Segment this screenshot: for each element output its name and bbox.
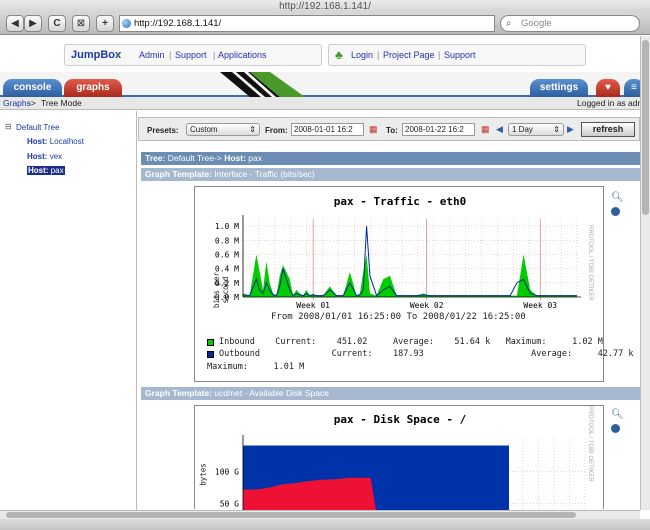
search-input[interactable]: ⌕ Google bbox=[500, 15, 640, 32]
vertical-scroll-thumb[interactable] bbox=[642, 40, 649, 215]
shift-right-icon[interactable]: ▶ bbox=[567, 124, 574, 135]
legend-inbound-swatch bbox=[207, 339, 214, 346]
screenshot-icon[interactable]: ⊠ bbox=[72, 15, 90, 32]
nav-project-page[interactable]: Project Page bbox=[383, 45, 435, 65]
presets-label: Presets: bbox=[147, 126, 179, 135]
tree-collapse-icon[interactable]: ⊟ bbox=[5, 122, 12, 131]
traffic-xtick-label: Week 02 bbox=[410, 301, 444, 310]
traffic-ytick-label: 0.2 M bbox=[215, 279, 239, 288]
horizontal-scrollbar[interactable] bbox=[0, 510, 640, 519]
to-date-input[interactable]: 2008-01-22 16:2 bbox=[402, 123, 475, 136]
to-label: To: bbox=[386, 126, 398, 135]
tree-item-localhost[interactable]: Host: Localhost bbox=[27, 137, 84, 146]
tree-item-vex[interactable]: Host: vex bbox=[27, 152, 62, 161]
traffic-legend-line2: Outbound Current: 187.93 Average: 42.77 … bbox=[219, 349, 634, 359]
nav-applications[interactable]: Applications bbox=[218, 45, 267, 65]
tree-host-header: Tree: Default Tree-> Host: pax bbox=[141, 152, 640, 165]
zoom-icon-disk[interactable]: 🔍︎ bbox=[611, 410, 624, 420]
disk-graph[interactable]: pax - Disk Space - / bytes RRDTOOL / TOB… bbox=[194, 405, 604, 510]
from-label: From: bbox=[265, 126, 288, 135]
traffic-range: From 2008/01/01 16:25:00 To 2008/01/22 1… bbox=[271, 312, 526, 322]
address-bar[interactable]: http://192.168.1.141/ bbox=[119, 15, 495, 32]
breadcrumb-graphs-link[interactable]: Graphs bbox=[3, 97, 31, 109]
globe-icon bbox=[122, 19, 131, 28]
search-icon: ⌕ bbox=[506, 18, 512, 29]
horizontal-scroll-thumb[interactable] bbox=[6, 512, 576, 518]
graph-info-icon[interactable] bbox=[611, 207, 620, 216]
traffic-ytick-label: 0.0 M bbox=[215, 293, 239, 302]
timespan-filter: Presets: Custom ⇕ From: 2008-01-01 16:2 ▦… bbox=[138, 117, 640, 141]
tab-graphs[interactable]: graphs bbox=[64, 79, 122, 97]
graph-info-icon-disk[interactable] bbox=[611, 424, 620, 433]
traffic-ytick-label: 1.0 M bbox=[215, 222, 239, 231]
nav-login[interactable]: Login bbox=[351, 45, 373, 65]
breadcrumb-sep: -> bbox=[28, 98, 36, 108]
nav-support[interactable]: Support bbox=[175, 45, 207, 65]
to-calendar-icon[interactable]: ▦ bbox=[481, 124, 490, 135]
traffic-graph[interactable]: pax - Traffic - eth0 bits per second RRD… bbox=[194, 186, 634, 382]
traffic-xtick-label: Week 01 bbox=[296, 301, 330, 310]
jumpbox-right-nav: ♣ Login | Project Page | Support bbox=[328, 44, 586, 66]
graph-tree: ⊟ Default Tree Host: Localhost Host: vex… bbox=[0, 111, 137, 519]
cacti-tabbar: console graphs settings ♥ ≡ bbox=[0, 72, 650, 97]
timespan-select[interactable]: 1 Day ⇕ bbox=[508, 123, 564, 136]
shift-left-icon[interactable]: ◀ bbox=[496, 124, 503, 135]
search-placeholder: Google bbox=[521, 18, 552, 29]
cactus-icon: ♣ bbox=[335, 48, 343, 62]
traffic-ytick-label: 0.4 M bbox=[215, 265, 239, 274]
add-bookmark-icon[interactable]: + bbox=[96, 15, 114, 32]
check-icon: ✓ bbox=[115, 50, 123, 60]
address-url: http://192.168.1.141/ bbox=[134, 18, 222, 29]
from-calendar-icon[interactable]: ▦ bbox=[369, 124, 378, 135]
tab-graph-options-icon[interactable]: ♥ bbox=[596, 79, 620, 97]
legend-outbound-swatch bbox=[207, 351, 214, 358]
site-header: JumpBox ✓ Admin | Support | Applications… bbox=[0, 36, 650, 72]
browser-toolbar: ◀ ▶ C ⊠ + http://192.168.1.141/ ⌕ Google bbox=[0, 13, 650, 35]
tab-settings[interactable]: settings bbox=[530, 79, 588, 97]
from-date-input[interactable]: 2008-01-01 16:2 bbox=[291, 123, 364, 136]
jumpbox-logo[interactable]: JumpBox bbox=[71, 45, 121, 65]
reload-icon[interactable]: C bbox=[48, 15, 66, 32]
disk-ytick-label: 100 G bbox=[215, 467, 239, 476]
graph-template-header-disk: Graph Template: ucd/net - Available Disk… bbox=[141, 387, 640, 400]
zoom-icon[interactable]: 🔍︎ bbox=[611, 193, 624, 203]
login-status: Logged in as adm bbox=[577, 98, 645, 108]
vertical-scrollbar[interactable] bbox=[640, 36, 650, 510]
breadcrumb: Graphs -> Tree Mode Logged in as adm bbox=[0, 97, 650, 110]
forward-icon[interactable]: ▶ bbox=[24, 15, 42, 32]
status-bar bbox=[0, 519, 650, 530]
traffic-ytick-label: 0.6 M bbox=[215, 250, 239, 259]
traffic-xtick-label: Week 03 bbox=[523, 301, 557, 310]
jumpbox-nav: JumpBox ✓ Admin | Support | Applications bbox=[64, 44, 322, 66]
back-icon[interactable]: ◀ bbox=[6, 15, 24, 32]
traffic-ytick-label: 0.8 M bbox=[215, 236, 239, 245]
disk-chart: 100 G 50 G bbox=[215, 435, 586, 510]
traffic-legend-line3: Maximum: 1.01 M bbox=[207, 362, 305, 372]
graph-template-header-traffic: Graph Template: Interface - Traffic (bit… bbox=[141, 168, 640, 181]
breadcrumb-current: Tree Mode bbox=[41, 98, 82, 108]
traffic-legend-line1: Inbound Current: 451.02 Average: 51.64 k… bbox=[219, 337, 603, 347]
tree-root[interactable]: Default Tree bbox=[16, 123, 60, 132]
disk-ytick-label: 50 G bbox=[220, 500, 239, 509]
refresh-button[interactable]: refresh bbox=[581, 122, 635, 137]
window-titlebar: http://192.168.1.141/ bbox=[0, 0, 650, 13]
tab-console[interactable]: console bbox=[3, 79, 62, 97]
tree-item-pax[interactable]: Host: pax bbox=[27, 166, 65, 175]
window-title: http://192.168.1.141/ bbox=[279, 1, 371, 12]
nav-admin[interactable]: Admin bbox=[139, 45, 165, 65]
presets-select[interactable]: Custom ⇕ bbox=[186, 123, 260, 136]
nav-support-right[interactable]: Support bbox=[444, 45, 476, 65]
cacti-banner-graphic bbox=[220, 72, 305, 97]
